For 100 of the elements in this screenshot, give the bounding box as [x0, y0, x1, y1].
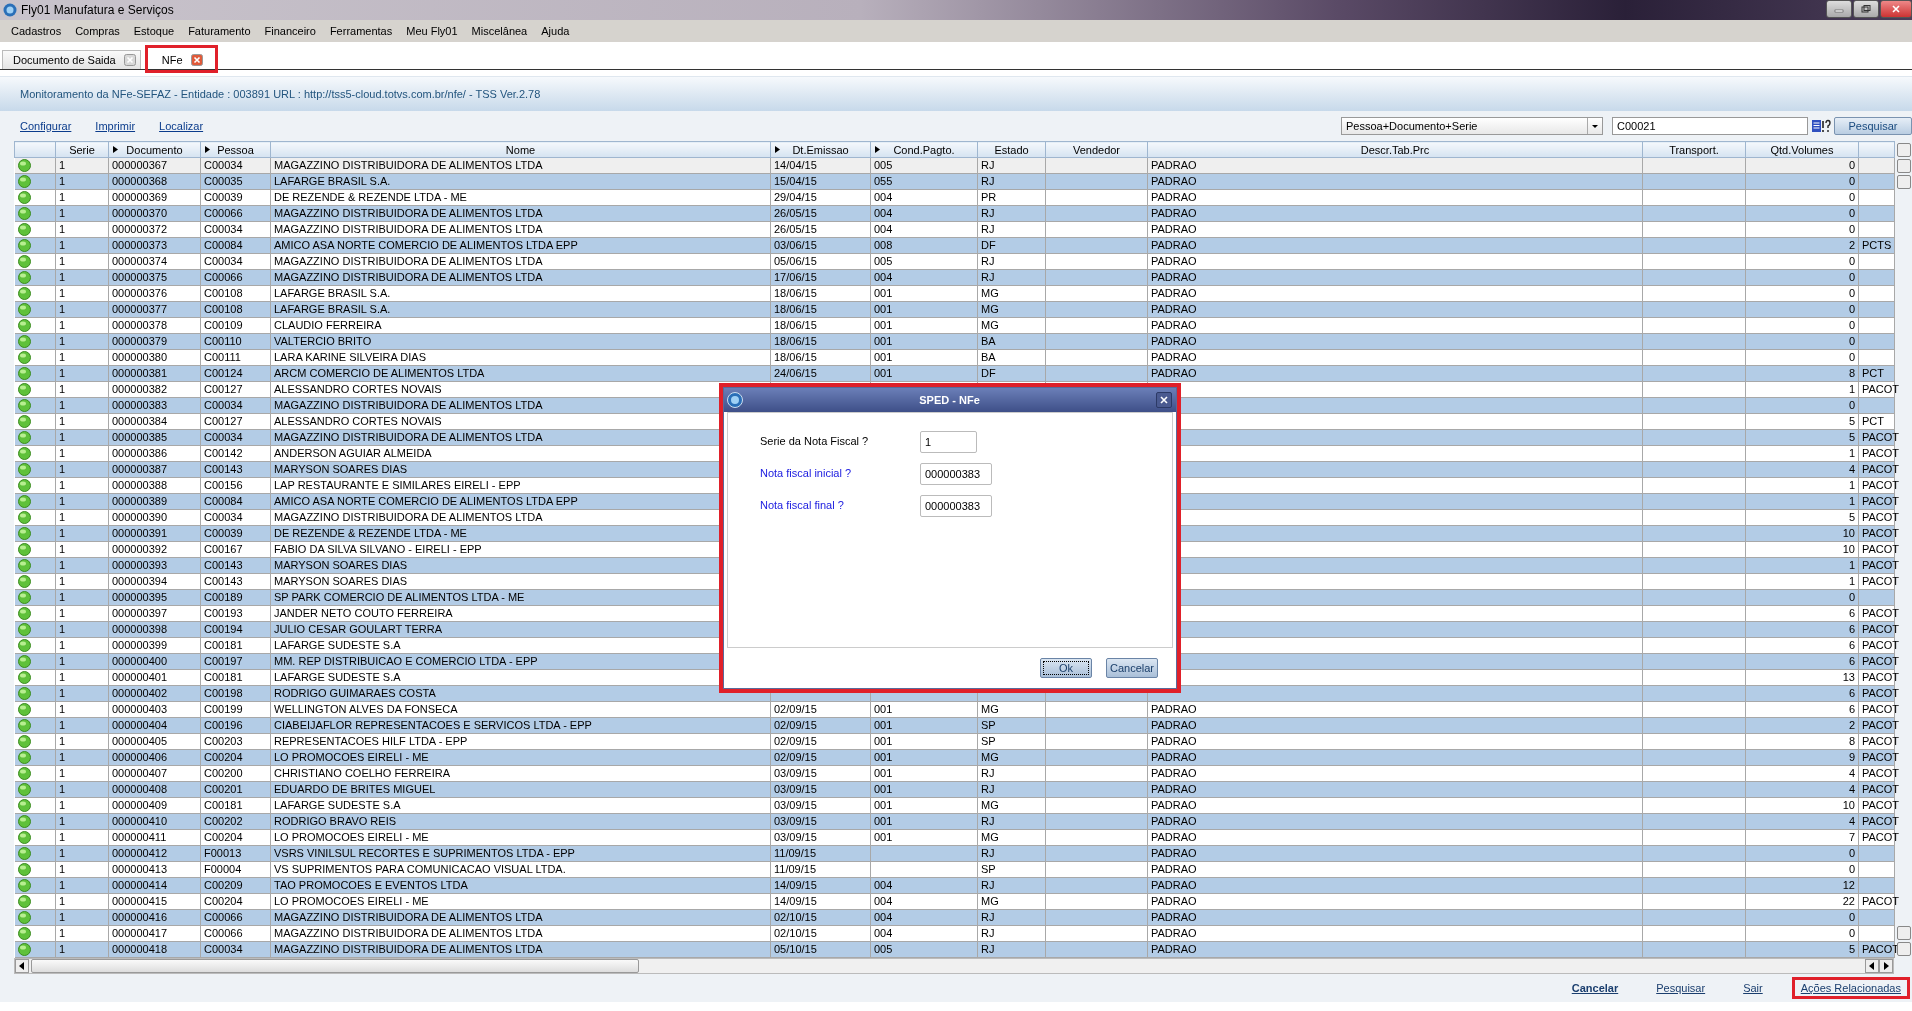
search-field[interactable]: C00021 [1612, 117, 1808, 135]
table-cell: ARCM COMERCIO DE ALIMENTOS LTDA [270, 365, 771, 382]
table-cell: 001 [870, 301, 978, 318]
scroll-button[interactable] [15, 959, 29, 973]
table-cell: 000000403 [108, 701, 201, 718]
tab[interactable]: Documento de Saida [2, 50, 141, 69]
column-header[interactable]: Estado [977, 141, 1046, 158]
table-cell: MG [977, 749, 1046, 766]
table-cell: RJ [977, 205, 1046, 222]
table-cell: 4 [1745, 813, 1859, 830]
table-cell: 000000383 [108, 397, 201, 414]
menu-item[interactable]: Ajuda [534, 25, 577, 37]
link[interactable]: Configurar [20, 120, 72, 132]
table-cell: RJ [977, 221, 1046, 238]
table-cell: 001 [870, 285, 978, 302]
left-arrow-icon [19, 962, 25, 970]
table-cell: PADRAO [1147, 909, 1643, 926]
input-field[interactable]: 1 [920, 431, 977, 453]
horizontal-scrollbar[interactable] [14, 958, 1894, 974]
table-cell: PADRAO [1147, 829, 1643, 846]
status-dot-icon [17, 239, 31, 252]
table-cell: PADRAO [1147, 365, 1643, 382]
table-cell: 000000385 [108, 429, 201, 446]
close-icon[interactable] [123, 54, 136, 66]
table-cell: 1 [55, 525, 109, 542]
column-header[interactable]: Serie [55, 141, 109, 158]
table-cell: 22 [1745, 893, 1859, 910]
table-cell: 0 [1745, 221, 1859, 238]
status-dot-icon [17, 159, 31, 172]
lookup-icon[interactable] [1811, 119, 1831, 133]
menu-item[interactable]: Cadastros [4, 25, 69, 37]
table-cell: 1 [1745, 477, 1859, 494]
table-cell: PADRAO [1147, 925, 1643, 942]
menu-item[interactable]: Meu Fly01 [399, 25, 465, 37]
close-icon[interactable] [190, 53, 203, 66]
column-header[interactable]: Dt.Emissao [770, 141, 871, 158]
close-icon [1159, 395, 1169, 405]
close-button[interactable] [1880, 0, 1912, 18]
table-cell: PADRAO [1147, 173, 1643, 190]
table-cell: SP [977, 717, 1046, 734]
status-dot-icon [17, 399, 31, 412]
menu-item[interactable]: Financeiro [257, 25, 323, 37]
table-cell: DE REZENDE & REZENDE LTDA - ME [270, 189, 771, 206]
menu-item[interactable]: Estoque [126, 25, 182, 37]
sort-arrow-icon [205, 146, 210, 153]
column-header[interactable]: Nome [270, 141, 771, 158]
input-field[interactable]: 000000383 [920, 463, 992, 485]
footer-button[interactable]: Cancelar [1562, 977, 1628, 999]
close-button[interactable] [1156, 392, 1172, 408]
dialog-button[interactable]: Ok [1040, 658, 1092, 678]
index-dropdown[interactable]: Pessoa+Documento+Serie [1341, 117, 1603, 135]
column-header[interactable]: Cond.Pagto. [870, 141, 978, 158]
table-cell: 1 [55, 861, 109, 878]
table-cell: 1 [1745, 493, 1859, 510]
table-cell: LARA KARINE SILVEIRA DIAS [270, 349, 771, 366]
column-header[interactable]: Pessoa [200, 141, 271, 158]
maximize-button[interactable] [1853, 0, 1879, 18]
link[interactable]: Imprimir [95, 120, 136, 132]
column-header[interactable]: Documento [108, 141, 201, 158]
menu-item[interactable]: Miscelânea [464, 25, 535, 37]
table-cell: 03/09/15 [770, 797, 871, 814]
dialog-button[interactable]: Cancelar [1106, 658, 1158, 678]
input-field[interactable]: 000000383 [920, 495, 992, 517]
search-button[interactable]: Pesquisar [1834, 117, 1912, 135]
table-cell: PADRAO [1147, 237, 1643, 254]
column-header[interactable]: Qtd.Volumes [1745, 141, 1859, 158]
table-cell: PADRAO [1147, 877, 1643, 894]
column-header[interactable]: Descr.Tab.Prc [1147, 141, 1643, 158]
table-cell: TAO PROMOCOES E EVENTOS LTDA [270, 877, 771, 894]
table-cell: 1 [55, 397, 109, 414]
table-cell: 001 [870, 749, 978, 766]
table-cell: RJ [977, 253, 1046, 270]
link[interactable]: Localizar [159, 120, 204, 132]
status-dot-icon [17, 735, 31, 748]
footer-button[interactable]: Sair [1734, 977, 1772, 999]
table-cell: PADRAO [1147, 205, 1643, 222]
table-cell: C00066 [200, 909, 271, 926]
table-cell: 008 [870, 237, 978, 254]
table-cell: 5 [1745, 413, 1859, 430]
table-cell: MG [977, 797, 1046, 814]
table-cell: 0 [1745, 173, 1859, 190]
table-cell: 000000401 [108, 669, 201, 686]
column-header[interactable]: Transport. [1642, 141, 1746, 158]
scroll-thumb[interactable] [31, 959, 639, 973]
scroll-button[interactable] [1879, 959, 1893, 973]
menu-item[interactable]: Faturamento [181, 25, 258, 37]
table-cell: 14/09/15 [770, 893, 871, 910]
table-cell: 02/09/15 [770, 701, 871, 718]
table-cell: 000000404 [108, 717, 201, 734]
minimize-button[interactable] [1826, 0, 1852, 18]
footer-button[interactable]: Ações Relacionadas [1791, 977, 1910, 999]
menu-item[interactable]: Compras [68, 25, 127, 37]
table-cell: 1 [55, 317, 109, 334]
table-cell: BA [977, 349, 1046, 366]
column-header[interactable]: Vendedor [1045, 141, 1148, 158]
table-cell: 1 [55, 461, 109, 478]
table-cell: PADRAO [1147, 253, 1643, 270]
scroll-button[interactable] [1865, 959, 1879, 973]
footer-button[interactable]: Pesquisar [1647, 977, 1715, 999]
menu-item[interactable]: Ferramentas [322, 25, 400, 37]
